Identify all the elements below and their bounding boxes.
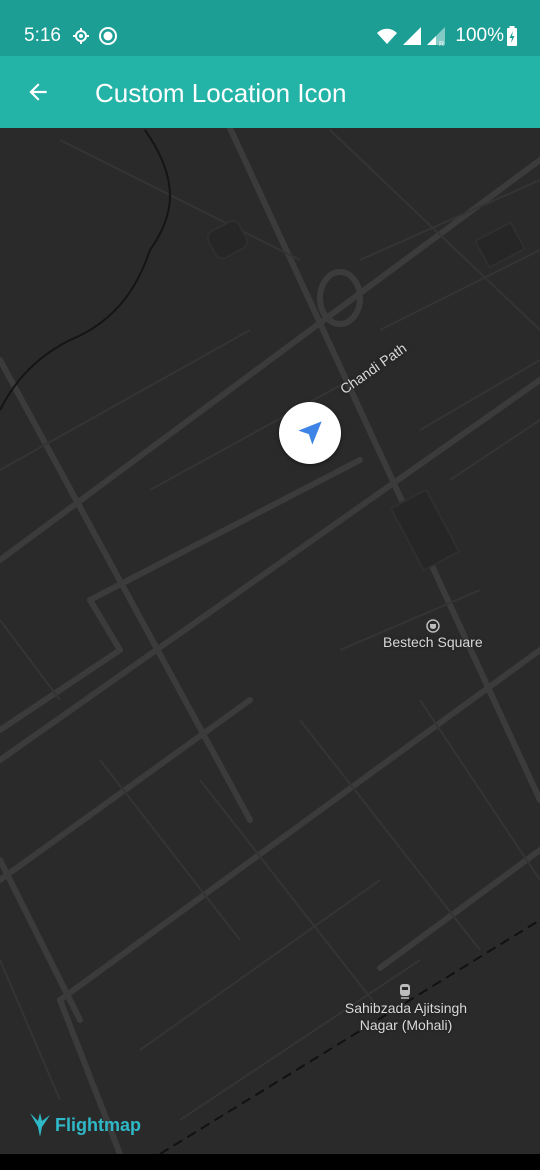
record-icon bbox=[98, 24, 118, 53]
cafe-icon bbox=[426, 619, 440, 633]
train-station-icon bbox=[400, 984, 410, 999]
signal-r-icon: R bbox=[426, 24, 448, 53]
app-bar: Custom Location Icon bbox=[0, 56, 540, 128]
bottom-bar bbox=[0, 1154, 540, 1170]
flightmap-bird-icon bbox=[30, 1113, 50, 1137]
battery-charging-icon bbox=[506, 24, 518, 53]
back-button[interactable] bbox=[14, 68, 62, 116]
signal-icon bbox=[402, 24, 422, 53]
flightmap-logo: Flightmap bbox=[28, 1111, 141, 1139]
map-view[interactable]: Chandi Path Bestech Square Sahibzada Aji… bbox=[0, 128, 540, 1154]
poi-label-mohali-line1: Sahibzada Ajitsingh bbox=[344, 1000, 468, 1016]
flightmap-attribution: Flightmap bbox=[55, 1114, 141, 1135]
battery-percentage: 100% bbox=[455, 25, 504, 46]
status-time: 5:16 bbox=[24, 25, 61, 46]
svg-text:R: R bbox=[439, 41, 444, 48]
location-icon bbox=[72, 24, 90, 53]
custom-location-marker[interactable] bbox=[279, 402, 341, 464]
navigation-arrow-icon bbox=[298, 421, 322, 445]
wifi-icon bbox=[376, 24, 398, 53]
poi-label-mohali-line2: Nagar (Mohali) bbox=[359, 1017, 453, 1033]
page-title: Custom Location Icon bbox=[95, 78, 347, 108]
poi-label-bestech-square: Bestech Square bbox=[383, 634, 483, 650]
status-bar: 5:16 R 100% bbox=[0, 0, 540, 56]
arrow-back-icon bbox=[29, 83, 47, 101]
